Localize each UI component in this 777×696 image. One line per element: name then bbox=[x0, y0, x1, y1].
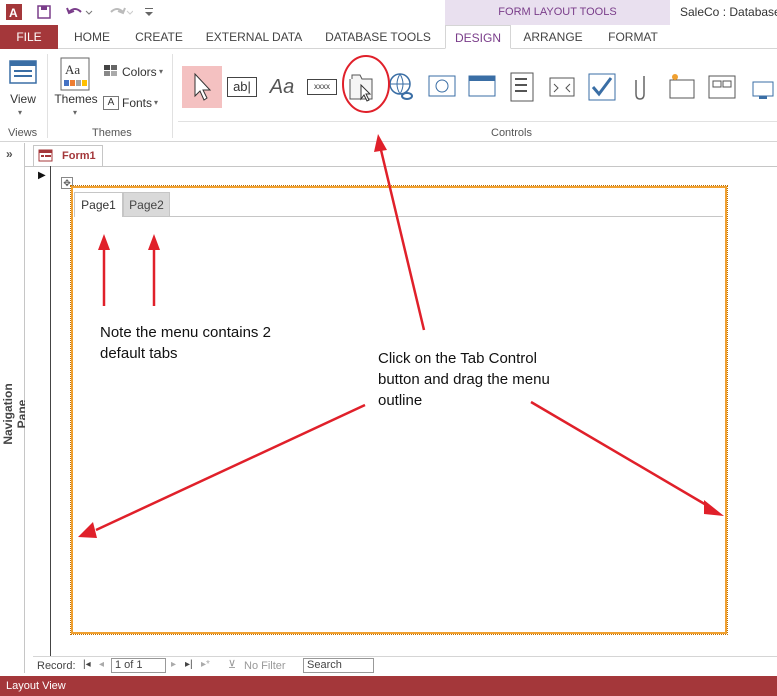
view-icon[interactable] bbox=[8, 58, 38, 90]
checkbox-control-button[interactable] bbox=[582, 66, 622, 108]
attachment-control-button[interactable] bbox=[622, 66, 662, 108]
new-record-icon[interactable]: ▸* bbox=[201, 659, 210, 670]
next-record-icon[interactable]: ▸ bbox=[171, 659, 176, 670]
filter-icon[interactable]: ⊻ bbox=[228, 658, 236, 671]
tab-control-button[interactable] bbox=[342, 66, 382, 108]
themes-icon[interactable]: Aa bbox=[60, 57, 90, 91]
themes-dropdown-icon[interactable]: ▾ bbox=[73, 108, 77, 117]
button-control-glyph: xxxx bbox=[307, 79, 337, 95]
form-icon bbox=[38, 149, 53, 162]
tab-control-page-border bbox=[170, 216, 723, 217]
no-filter-label[interactable]: No Filter bbox=[244, 660, 286, 672]
group-divider bbox=[47, 54, 48, 138]
record-label: Record: bbox=[37, 660, 76, 672]
controls-group-divider bbox=[178, 121, 777, 122]
record-position-input[interactable]: 1 of 1 bbox=[111, 658, 166, 673]
window-title: SaleCo : Database- bbox=[680, 5, 777, 19]
tab-file[interactable]: FILE bbox=[0, 25, 58, 49]
form-record-selector-line bbox=[50, 166, 51, 656]
label-control-button[interactable]: Aa bbox=[262, 66, 302, 108]
svg-text:A: A bbox=[9, 6, 18, 20]
tab-page1[interactable]: Page1 bbox=[74, 192, 123, 217]
document-tab-divider bbox=[25, 166, 777, 167]
themes-button[interactable]: Themes bbox=[54, 92, 98, 106]
annotation-tab-control-instructions: Click on the Tab Control button and drag… bbox=[378, 350, 550, 409]
annotation-default-tabs: Note the menu contains 2 default tabs bbox=[100, 324, 271, 362]
fonts-button[interactable]: Fonts bbox=[122, 96, 152, 110]
label-control-glyph: Aa bbox=[269, 75, 295, 98]
image-control-button[interactable] bbox=[662, 66, 702, 108]
customize-qat-icon[interactable] bbox=[142, 3, 156, 21]
status-bar: Layout View bbox=[0, 676, 777, 696]
tab-page2[interactable]: Page2 bbox=[123, 192, 170, 217]
option-group-control-button[interactable] bbox=[502, 66, 542, 108]
tab-database-tools[interactable]: DATABASE TOOLS bbox=[320, 25, 436, 49]
tab-format[interactable]: FORMAT bbox=[598, 25, 668, 49]
form-layout-tools-label: FORM LAYOUT TOOLS bbox=[445, 0, 670, 25]
first-record-icon[interactable]: |◂ bbox=[83, 659, 91, 670]
colors-button[interactable]: Colors bbox=[122, 65, 157, 79]
web-browser-control-button[interactable] bbox=[422, 66, 462, 108]
navigation-control-button[interactable] bbox=[462, 66, 502, 108]
last-record-icon[interactable]: ▸| bbox=[185, 659, 193, 670]
view-button[interactable]: View bbox=[6, 92, 40, 106]
textbox-control-glyph: ab| bbox=[227, 77, 257, 97]
tab-home[interactable]: HOME bbox=[66, 25, 118, 49]
expand-nav-icon[interactable]: » bbox=[6, 147, 13, 161]
search-input[interactable]: Search bbox=[303, 658, 374, 673]
record-navigation-bar: Record: |◂ ◂ 1 of 1 ▸ ▸| ▸* ⊻ No Filter … bbox=[33, 656, 777, 674]
group-divider bbox=[172, 54, 173, 138]
select-pointer-button[interactable] bbox=[182, 66, 222, 108]
tab-design[interactable]: DESIGN bbox=[445, 25, 511, 49]
redo-icon[interactable] bbox=[104, 3, 134, 21]
current-record-indicator-icon: ▶ bbox=[38, 170, 46, 181]
button-control-button[interactable]: xxxx bbox=[302, 66, 342, 108]
fonts-dropdown-icon[interactable]: ▾ bbox=[154, 98, 158, 107]
chart-control-button[interactable] bbox=[742, 66, 777, 108]
save-icon[interactable] bbox=[34, 3, 54, 21]
previous-record-icon[interactable]: ◂ bbox=[99, 659, 104, 670]
hyperlink-control-button[interactable] bbox=[382, 66, 422, 108]
controls-group-label: Controls bbox=[491, 127, 532, 139]
tab-create[interactable]: CREATE bbox=[130, 25, 188, 49]
tab-external-data[interactable]: EXTERNAL DATA bbox=[200, 25, 308, 49]
undo-icon[interactable] bbox=[64, 3, 94, 21]
access-logo-icon: A bbox=[4, 3, 24, 21]
subform-control-button[interactable] bbox=[702, 66, 742, 108]
insert-page-break-button[interactable] bbox=[542, 66, 582, 108]
colors-dropdown-icon[interactable]: ▾ bbox=[159, 67, 163, 76]
views-group-label: Views bbox=[8, 127, 38, 139]
tab-arrange[interactable]: ARRANGE bbox=[515, 25, 591, 49]
textbox-control-button[interactable]: ab| bbox=[222, 66, 262, 108]
colors-icon[interactable] bbox=[103, 64, 119, 78]
svg-text:Aa: Aa bbox=[65, 62, 80, 77]
fonts-icon[interactable]: A bbox=[103, 96, 119, 110]
themes-group-label: Themes bbox=[92, 127, 132, 139]
view-dropdown-icon[interactable]: ▾ bbox=[18, 108, 22, 117]
